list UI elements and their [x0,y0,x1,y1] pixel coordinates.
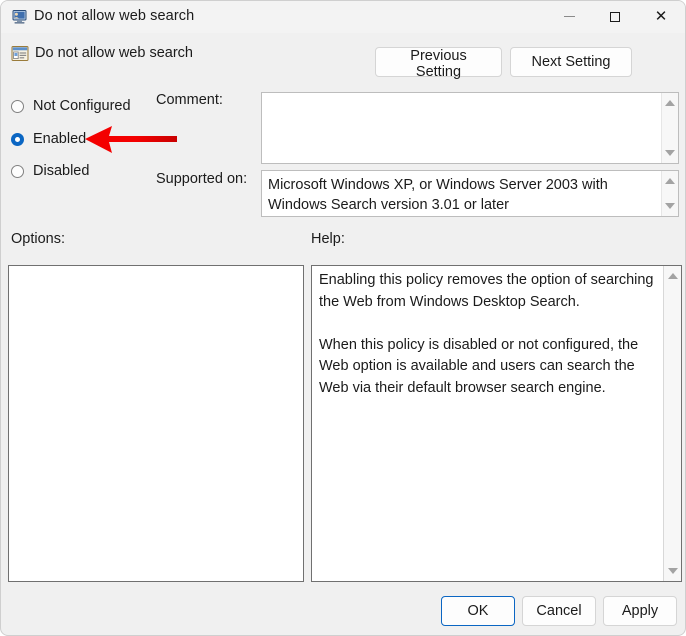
options-content [9,266,303,278]
scroll-down-icon[interactable] [664,563,681,579]
radio-enabled-indicator [11,132,24,146]
supported-on-text: Microsoft Windows XP, or Windows Server … [268,177,608,213]
annotation-arrow-icon [85,126,177,153]
minimize-icon [563,16,575,17]
maximize-button[interactable] [592,1,638,32]
scroll-down-icon[interactable] [662,198,678,214]
radio-not-configured-label: Not Configured [33,98,131,114]
comment-label: Comment: [156,92,223,108]
supported-on-label: Supported on: [156,171,248,187]
previous-setting-button[interactable]: Previous Setting [375,47,502,80]
radio-enabled-label: Enabled [33,131,87,147]
policy-computer-icon [10,9,27,25]
radio-enabled[interactable]: Enabled [11,128,86,150]
radio-not-configured[interactable]: Not Configured [11,95,131,117]
title-bar: Do not allow web search ✕ [1,1,685,33]
close-icon: ✕ [654,7,668,25]
radio-not-configured-indicator [11,99,24,113]
scroll-up-icon[interactable] [662,173,678,189]
comment-textbox[interactable] [261,92,679,164]
scroll-up-icon[interactable] [662,95,678,111]
cancel-button[interactable]: Cancel [522,596,596,626]
help-label: Help: [311,231,345,247]
scroll-up-icon[interactable] [664,268,681,284]
comment-scrollbar[interactable] [661,93,678,163]
options-panel[interactable] [8,265,304,582]
minimize-button[interactable] [546,1,592,32]
window-title: Do not allow web search [34,8,195,24]
help-text: Enabling this policy removes the option … [319,272,654,396]
radio-disabled-label: Disabled [33,163,90,179]
policy-setting-icon [11,45,29,62]
supported-on-scrollbar[interactable] [661,171,678,216]
radio-disabled[interactable]: Disabled [11,160,89,182]
supported-on-textbox: Microsoft Windows XP, or Windows Server … [261,170,679,217]
close-button[interactable]: ✕ [638,1,684,32]
comment-text[interactable] [262,93,661,163]
group-policy-setting-dialog: Do not allow web search ✕ Do not allow w… [0,0,686,636]
help-scrollbar[interactable] [663,266,681,581]
help-panel[interactable]: Enabling this policy removes the option … [311,265,682,582]
radio-disabled-indicator [11,164,24,178]
policy-name-label: Do not allow web search [35,45,193,61]
next-setting-button[interactable]: Next Setting [510,47,632,77]
scroll-down-icon[interactable] [662,145,678,161]
maximize-icon [610,11,620,22]
ok-button[interactable]: OK [441,596,515,626]
options-label: Options: [11,231,65,247]
apply-button[interactable]: Apply [603,596,677,626]
